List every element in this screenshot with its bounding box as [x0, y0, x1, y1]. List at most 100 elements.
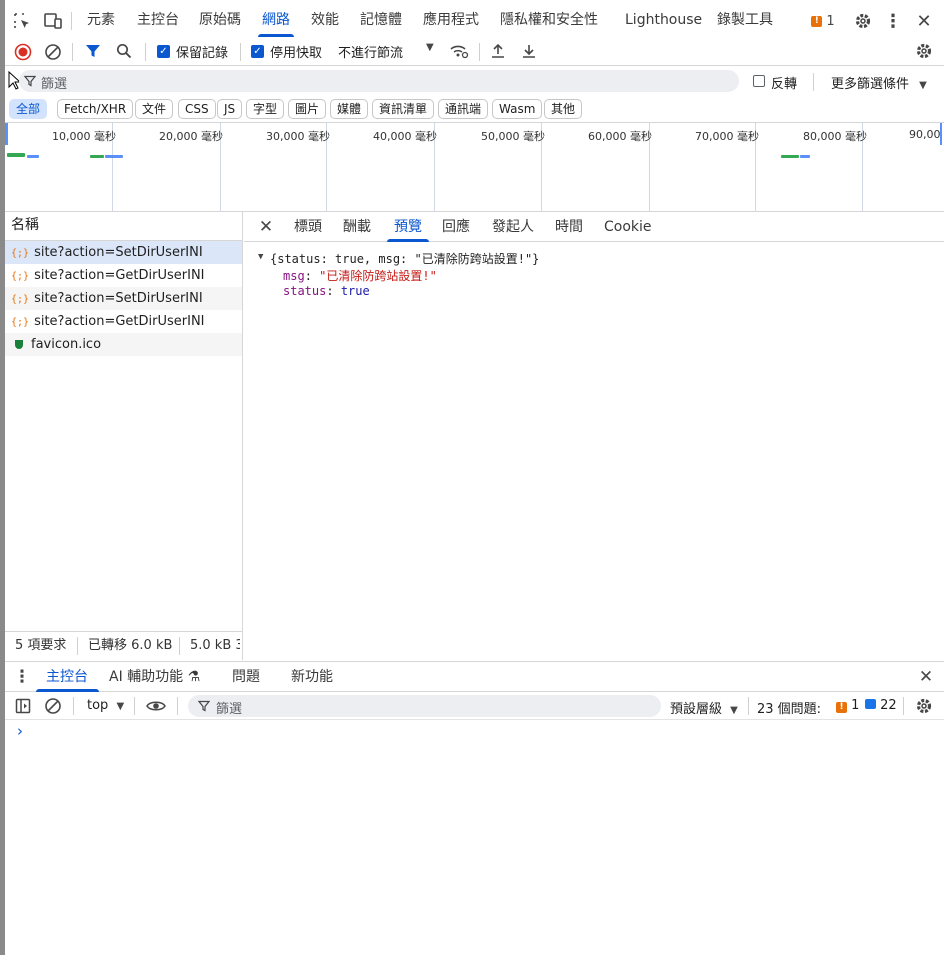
column-header-name[interactable]: 名稱	[5, 212, 242, 241]
search-icon[interactable]	[115, 42, 133, 60]
settings-icon[interactable]	[853, 11, 873, 31]
type-filter-doc[interactable]: 文件	[135, 99, 174, 119]
type-filter-wasm[interactable]: Wasm	[492, 99, 543, 119]
drawer-tab-console[interactable]: 主控台	[36, 662, 99, 692]
tab-application[interactable]: 應用程式	[423, 0, 479, 41]
tab-payload[interactable]: 酬載	[343, 212, 371, 242]
throttling-select[interactable]: 不進行節流 ▼	[338, 42, 438, 61]
drawer-tab-issues[interactable]: 問題	[232, 662, 260, 692]
tab-privacy-security[interactable]: 隱私權和安全性	[500, 0, 598, 41]
type-filter-other[interactable]: 其他	[544, 99, 583, 119]
type-filter-css[interactable]: CSS	[178, 99, 216, 119]
console-settings-icon[interactable]	[914, 696, 934, 716]
log-levels-value: 預設層級	[670, 702, 723, 717]
network-settings-icon[interactable]	[914, 41, 934, 61]
drawer-menu-icon[interactable]: ⋮	[14, 667, 31, 687]
type-filter-fetch-xhr[interactable]: Fetch/XHR	[57, 99, 134, 119]
json-key: msg	[283, 269, 305, 283]
issues-info-count[interactable]: 22	[865, 698, 897, 713]
tab-headers[interactable]: 標頭	[294, 212, 322, 242]
timeline-right-handle[interactable]	[940, 123, 944, 145]
tab-performance[interactable]: 效能	[311, 0, 339, 41]
more-vert-icon[interactable]: ⋮	[884, 11, 902, 32]
filter-bar: 篩選 反轉 更多篩選條件 ▼	[5, 67, 944, 96]
issues-counter-label[interactable]: 23 個問題:	[757, 698, 821, 717]
timeline-tick: 50,000 毫秒	[481, 130, 545, 143]
json-summary[interactable]: {status: true, msg: "已清除防跨站設置!"}	[270, 250, 539, 267]
tab-lighthouse[interactable]: Lighthouse	[625, 0, 702, 41]
timeline-tick: 60,000 毫秒	[588, 130, 652, 143]
sidebar-toggle-icon[interactable]	[14, 697, 32, 715]
more-filters-dropdown[interactable]: 更多篩選條件 ▼	[831, 73, 927, 92]
request-row[interactable]: {;} site?action=GetDirUserINI	[5, 310, 242, 333]
log-levels-dropdown[interactable]: 預設層級 ▼	[670, 698, 738, 717]
type-filter-manifest[interactable]: 資訊清單	[372, 99, 435, 119]
filter-input[interactable]: 篩選	[19, 70, 739, 92]
more-filters-label: 更多篩選條件	[831, 77, 910, 92]
tab-console[interactable]: 主控台	[137, 0, 179, 41]
request-row[interactable]: {;} site?action=SetDirUserINI	[5, 287, 242, 310]
console-filter-input[interactable]: 篩選	[188, 695, 661, 717]
clear-icon[interactable]	[43, 42, 62, 61]
request-row[interactable]: favicon.ico	[5, 333, 242, 356]
close-drawer-icon[interactable]: ✕	[916, 667, 936, 687]
request-name: site?action=GetDirUserINI	[34, 314, 205, 329]
tab-cookies[interactable]: Cookie	[604, 212, 652, 242]
export-har-icon[interactable]	[520, 42, 538, 60]
request-count: 5 項要求	[15, 638, 67, 653]
issues-count: 1	[826, 13, 835, 29]
device-toolbar-icon[interactable]	[43, 12, 63, 30]
type-filter-img[interactable]: 圖片	[288, 99, 327, 119]
live-expression-eye-icon[interactable]	[145, 697, 167, 715]
request-row[interactable]: {;} site?action=GetDirUserINI	[5, 264, 242, 287]
filter-placeholder: 篩選	[41, 77, 68, 92]
close-icon[interactable]: ✕	[914, 11, 934, 32]
type-filter-js[interactable]: JS	[217, 99, 243, 119]
tab-memory[interactable]: 記憶體	[360, 0, 402, 41]
separator	[134, 697, 135, 715]
tab-timing[interactable]: 時間	[555, 212, 583, 242]
network-overview-timeline[interactable]: 10,000 毫秒 20,000 毫秒 30,000 毫秒 40,000 毫秒 …	[5, 122, 944, 212]
drawer-tab-whats-new[interactable]: 新功能	[291, 662, 333, 692]
timeline-tick: 80,000 毫秒	[803, 130, 867, 143]
separator	[145, 43, 146, 61]
invert-checkbox[interactable]	[753, 75, 765, 87]
network-conditions-icon[interactable]	[449, 42, 469, 60]
issues-warning-count[interactable]: ! 1	[836, 698, 859, 713]
timeline-bar	[800, 155, 810, 158]
drawer-tab-ai-assistance[interactable]: AI 輔助功能 ⚗	[109, 662, 200, 692]
tab-response[interactable]: 回應	[442, 212, 470, 242]
type-filter-all[interactable]: 全部	[9, 99, 48, 119]
close-detail-icon[interactable]: ✕	[257, 217, 275, 237]
expand-triangle-icon[interactable]: ▼	[258, 252, 263, 262]
stop-recording-icon[interactable]	[13, 42, 32, 61]
tab-network[interactable]: 網路	[258, 0, 294, 41]
separator	[748, 697, 749, 715]
chevron-down-icon: ▼	[730, 705, 738, 716]
filter-icon[interactable]	[84, 42, 102, 60]
disable-cache-checkbox[interactable]: ✓	[251, 45, 264, 58]
request-row[interactable]: {;} site?action=SetDirUserINI	[5, 241, 242, 264]
timeline-left-handle[interactable]	[5, 123, 8, 145]
tab-elements[interactable]: 元素	[87, 0, 115, 41]
tab-preview[interactable]: 預覽	[387, 212, 429, 242]
console-output[interactable]: ›	[5, 721, 944, 955]
type-filter-media[interactable]: 媒體	[330, 99, 369, 119]
resource-type-filters: 全部 Fetch/XHR 文件 CSS JS 字型 圖片 媒體 資訊清單 通訊端…	[5, 96, 944, 122]
clear-console-icon[interactable]	[44, 697, 62, 715]
json-key: status	[283, 284, 327, 298]
separator	[72, 43, 73, 61]
issues-button[interactable]: ! 1	[808, 12, 838, 30]
console-filter-placeholder: 篩選	[216, 702, 243, 717]
import-har-icon[interactable]	[489, 42, 507, 60]
type-filter-ws[interactable]: 通訊端	[438, 99, 489, 119]
tab-sources[interactable]: 原始碼	[199, 0, 241, 41]
request-name: site?action=SetDirUserINI	[34, 291, 203, 306]
preserve-log-checkbox[interactable]: ✓	[157, 45, 170, 58]
tab-initiator[interactable]: 發起人	[492, 212, 534, 242]
type-filter-font[interactable]: 字型	[246, 99, 285, 119]
context-selector[interactable]: top ▼	[87, 698, 124, 713]
tab-recorder[interactable]: 錄製工具	[717, 0, 773, 41]
warning-count-value: 1	[851, 698, 860, 713]
inspect-element-icon[interactable]	[13, 12, 31, 30]
